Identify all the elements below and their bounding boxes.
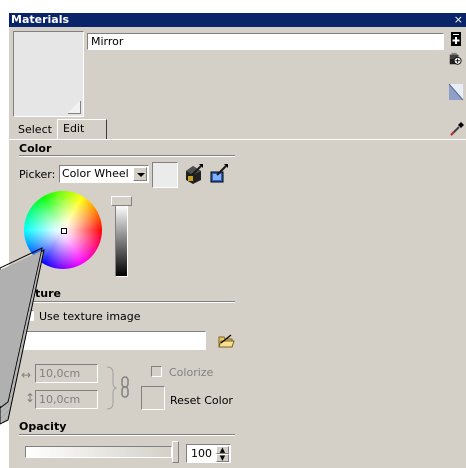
texture-width-input[interactable]: 10,0cm: [35, 364, 98, 383]
brightness-slider[interactable]: [115, 204, 128, 277]
opacity-section-rule: [19, 434, 235, 436]
tab-edit[interactable]: Edit: [57, 119, 107, 139]
paint-stack-icon[interactable]: [448, 51, 462, 67]
color-section-rule: [19, 155, 235, 157]
color-wheel-cursor[interactable]: [61, 228, 67, 234]
resize-corner-icon: [68, 101, 81, 114]
opacity-slider-thumb[interactable]: [172, 441, 179, 463]
stepper-up-icon[interactable]: ▲: [216, 446, 229, 454]
picker-label: Picker:: [19, 168, 56, 181]
window-title: Materials: [11, 13, 70, 26]
texture-color-swatch[interactable]: [141, 386, 165, 410]
window-titlebar[interactable]: Materials ×: [9, 13, 466, 27]
color-wheel[interactable]: [24, 191, 102, 269]
close-icon[interactable]: ×: [454, 13, 463, 27]
material-preview: [13, 31, 84, 117]
opacity-slider[interactable]: [25, 446, 172, 458]
folder-icon[interactable]: [217, 333, 235, 349]
opacity-stepper[interactable]: 100 ▲ ▼: [186, 444, 231, 463]
color-section-heading: Color: [19, 142, 52, 155]
texture-section-heading: ture: [35, 287, 61, 300]
tab-divider: [9, 139, 466, 140]
current-color-swatch[interactable]: [152, 162, 178, 188]
tab-select[interactable]: Select: [13, 122, 57, 139]
texture-section-rule: [19, 301, 235, 303]
secondary-pane-icon[interactable]: [448, 83, 464, 101]
chain-link-icon[interactable]: [105, 365, 139, 411]
materials-window: Materials × Mirror Select Edit Color Pic…: [9, 13, 466, 468]
picker-dropdown[interactable]: Color Wheel: [59, 165, 149, 183]
height-arrow-icon: ↕: [25, 391, 36, 405]
texture-path-input[interactable]: [19, 331, 206, 350]
stepper-down-icon[interactable]: ▼: [216, 454, 229, 462]
brightness-slider-thumb[interactable]: [111, 196, 132, 206]
colorize-label: Colorize: [169, 366, 214, 379]
width-arrow-icon: ↔: [21, 368, 32, 382]
match-model-color-icon[interactable]: [184, 163, 204, 185]
picker-value: Color Wheel: [62, 167, 129, 180]
create-material-icon[interactable]: [449, 31, 463, 47]
use-texture-label: Use texture image: [39, 310, 141, 323]
reset-color-button[interactable]: Reset Color: [170, 394, 233, 407]
use-texture-checkbox[interactable]: [23, 310, 34, 321]
opacity-value: 100: [191, 447, 212, 460]
match-screen-color-icon[interactable]: [209, 163, 229, 185]
opacity-section-heading: Opacity: [19, 420, 67, 433]
tab-strip: Select Edit: [13, 119, 463, 139]
colorize-checkbox[interactable]: [151, 366, 162, 377]
texture-height-input[interactable]: 10,0cm: [35, 390, 98, 409]
chevron-down-icon[interactable]: [133, 167, 147, 181]
material-name-input[interactable]: Mirror: [87, 33, 444, 50]
